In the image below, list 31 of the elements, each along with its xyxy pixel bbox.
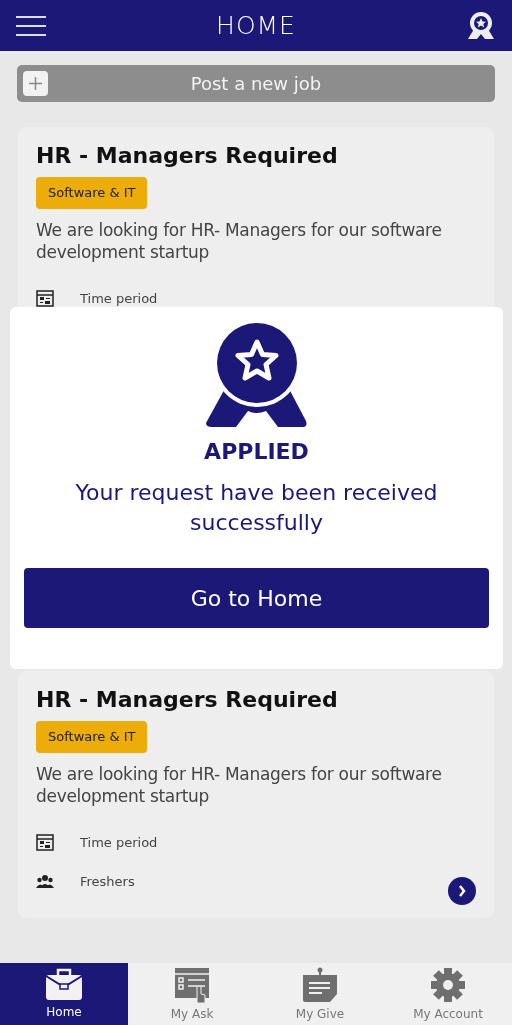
plus-icon xyxy=(29,77,42,90)
nav-tab[interactable]: My Account xyxy=(384,963,512,1025)
confirmation-message: Your request have been received successfully xyxy=(74,479,439,537)
job-title: HR - Managers Required xyxy=(36,687,339,714)
job-title: HR - Managers Required xyxy=(36,143,339,170)
page-title: HOME xyxy=(216,9,296,42)
award-icon xyxy=(205,323,308,427)
people-icon xyxy=(36,874,54,889)
status-heading: APPLIED xyxy=(203,438,310,466)
nav-tab[interactable]: Home xyxy=(0,963,128,1025)
job-description: We are looking for HR- Managers for our software development startup xyxy=(36,218,443,263)
calendar-icon xyxy=(36,833,54,852)
job-description: We are looking for HR- Managers for our software development startup xyxy=(36,762,443,807)
go-home-button[interactable]: Go to Home xyxy=(24,568,489,628)
nav-tab[interactable]: My Give xyxy=(256,963,384,1025)
settings-icon xyxy=(430,967,466,1003)
category-tag: Software & IT xyxy=(36,721,148,753)
detail-text: Time period xyxy=(80,289,158,308)
menu-icon[interactable] xyxy=(16,15,46,36)
note-icon xyxy=(302,967,338,1003)
nav-tab[interactable]: My Ask xyxy=(128,963,256,1025)
award-icon[interactable] xyxy=(466,10,496,41)
detail-text: Freshers xyxy=(80,872,135,891)
calendar-icon xyxy=(36,289,54,308)
post-job-button[interactable]: Post a new job xyxy=(17,65,495,102)
category-tag: Software & IT xyxy=(36,177,148,209)
detail-text: Time period xyxy=(80,833,158,852)
briefcase-icon xyxy=(45,967,83,1001)
chevron-icon xyxy=(458,885,466,897)
next-button[interactable] xyxy=(448,877,476,905)
checklist-icon xyxy=(174,967,210,1003)
